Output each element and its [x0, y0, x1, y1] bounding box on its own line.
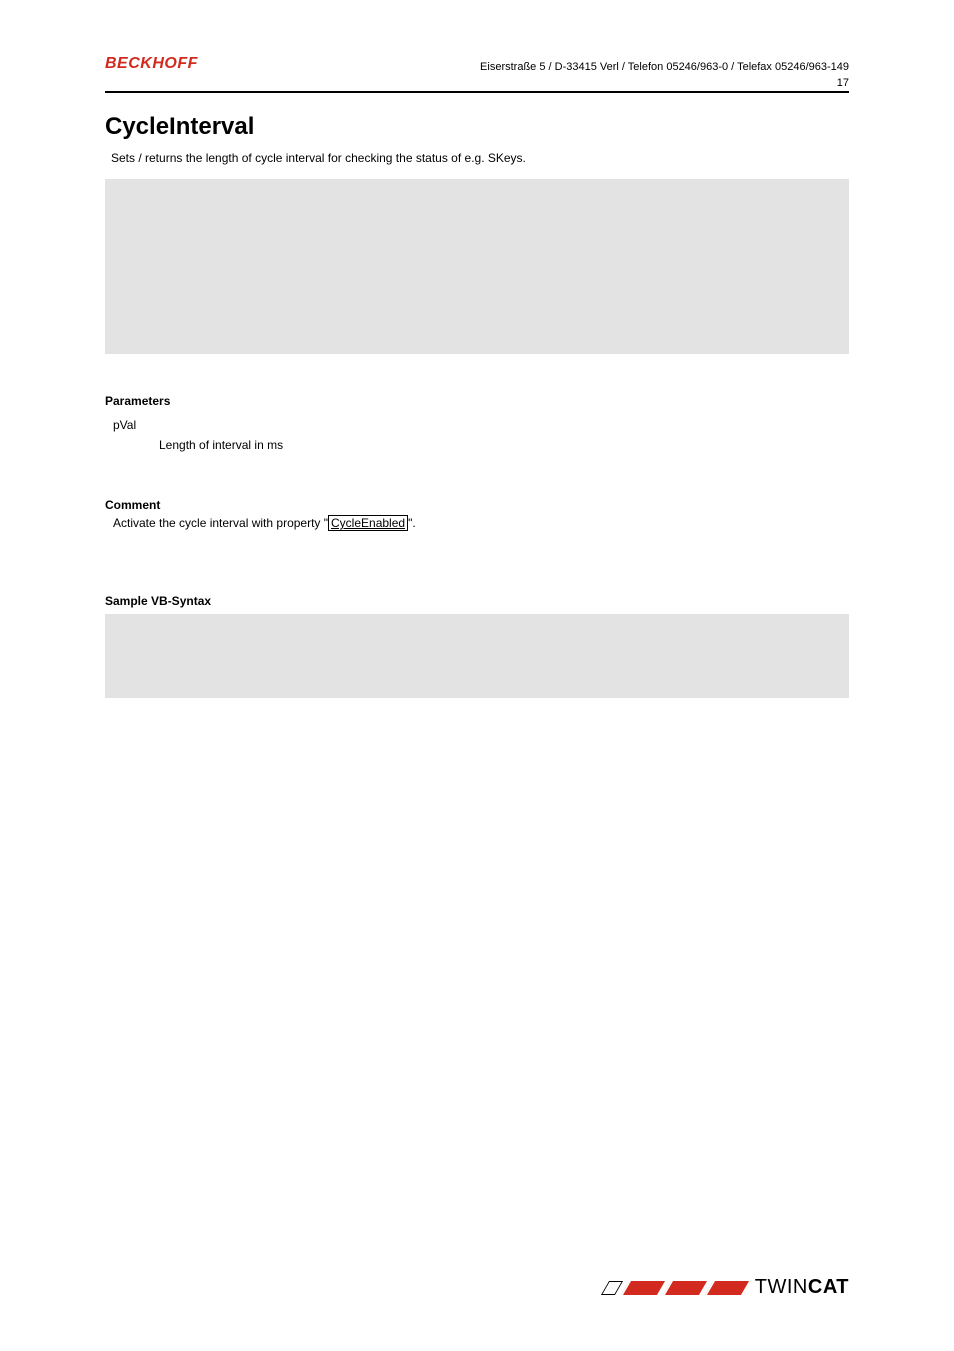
- syntax-definition-box: [105, 179, 849, 354]
- page-number: 17: [837, 77, 849, 89]
- header-address: Eiserstraße 5 / D-33415 Verl / Telefon 0…: [480, 61, 849, 73]
- comment-body: Activate the cycle interval with propert…: [113, 516, 849, 530]
- intro-text: Sets / returns the length of cycle inter…: [111, 151, 849, 165]
- footer-cat-text: CAT: [808, 1276, 849, 1299]
- parameters-heading: Parameters: [105, 394, 849, 408]
- page-title: CycleInterval: [105, 113, 849, 141]
- comment-link-box: CycleEnabled: [328, 515, 408, 531]
- page-number-row: 17: [105, 77, 849, 89]
- footer-twin-text: TWIN: [755, 1276, 808, 1299]
- footer-logo: TWINCAT: [605, 1276, 849, 1299]
- param-name: pVal: [113, 418, 849, 432]
- document-page: BECKHOFF Eiserstraße 5 / D-33415 Verl / …: [0, 0, 954, 1351]
- page-header: BECKHOFF Eiserstraße 5 / D-33415 Verl / …: [105, 55, 849, 73]
- comment-suffix: ".: [408, 516, 416, 530]
- brand-logo: BECKHOFF: [105, 55, 198, 73]
- footer-bars-icon: [605, 1281, 751, 1295]
- header-rule: [105, 91, 849, 93]
- param-description: Length of interval in ms: [159, 438, 849, 452]
- comment-heading: Comment: [105, 498, 849, 512]
- sample-syntax-heading: Sample VB-Syntax: [105, 594, 849, 608]
- comment-prefix: Activate the cycle interval with propert…: [113, 516, 328, 530]
- sample-syntax-box: [105, 614, 849, 698]
- cycleenabled-link[interactable]: CycleEnabled: [331, 516, 405, 530]
